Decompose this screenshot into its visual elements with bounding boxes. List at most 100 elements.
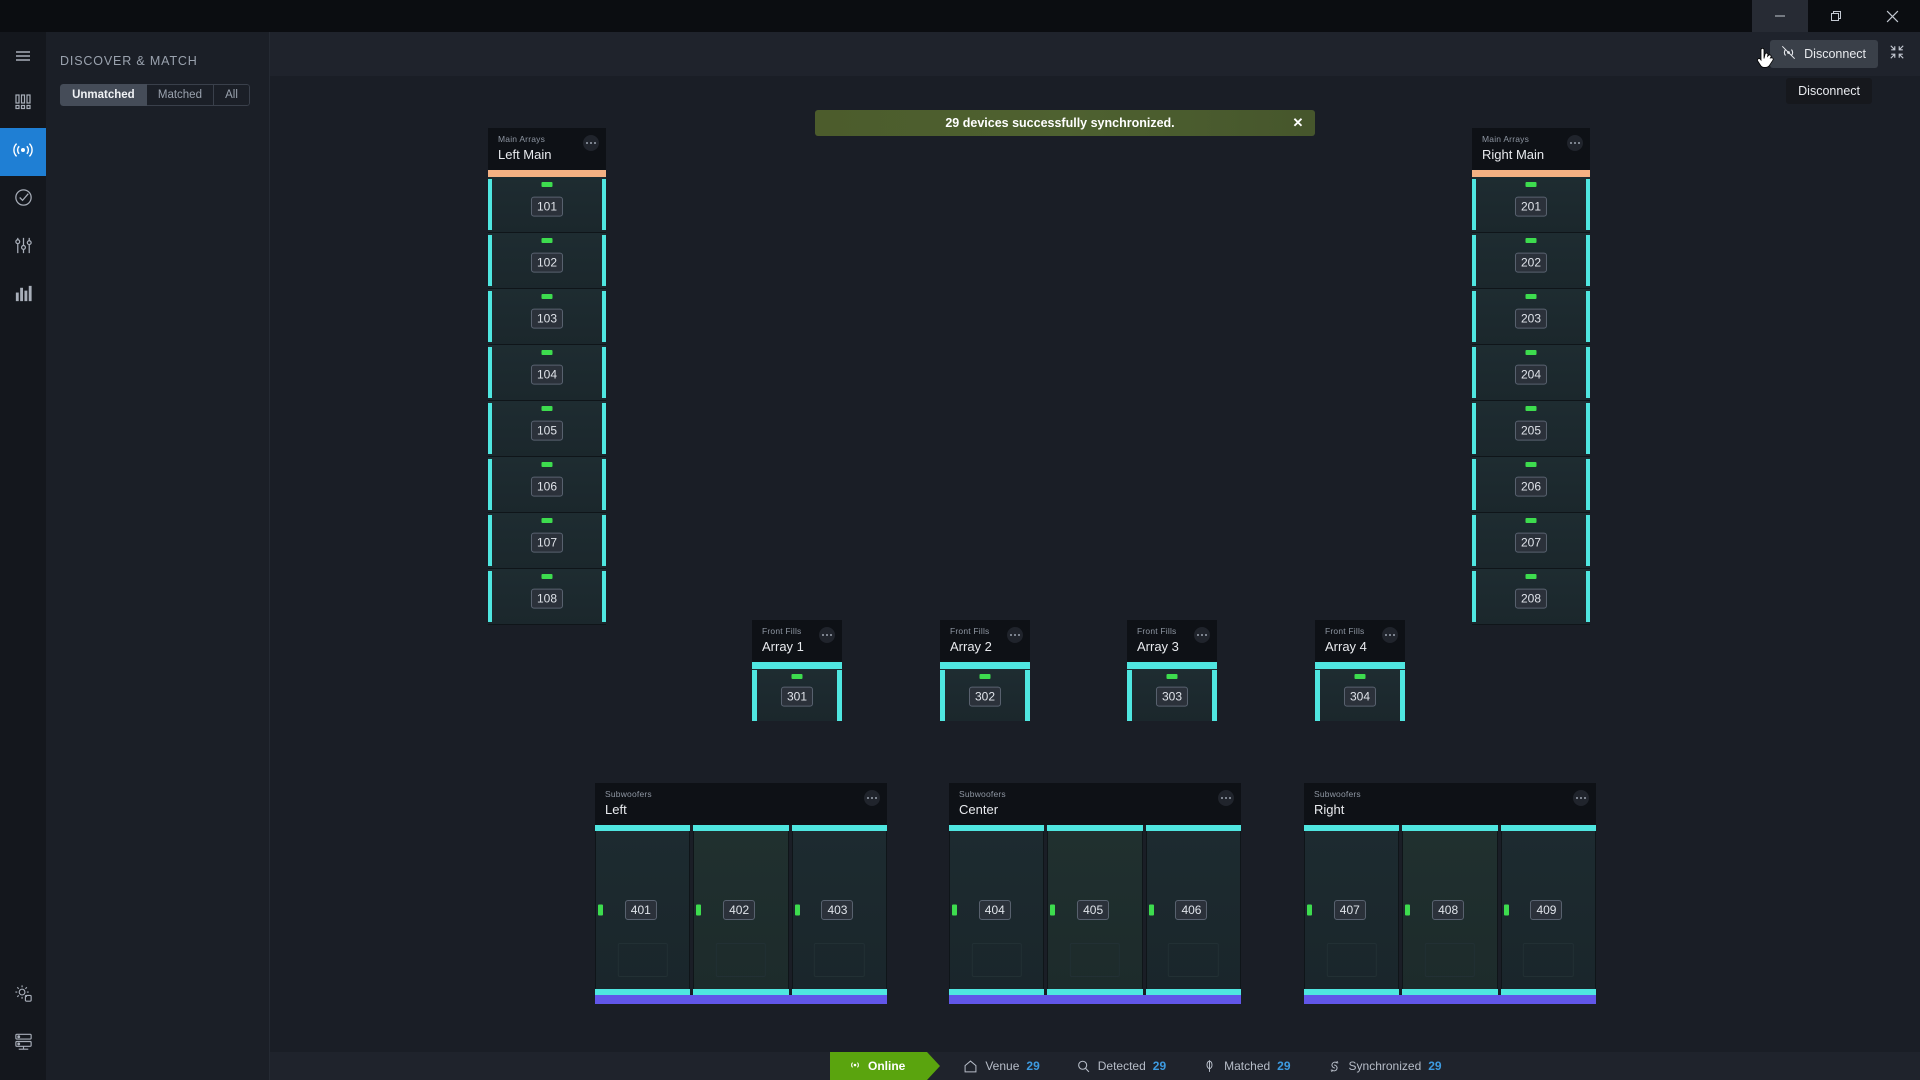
device-group-card[interactable]: Main Arrays Right Main 201 202 203 204 205 206 2… (1472, 128, 1590, 625)
status-led (1405, 904, 1411, 916)
card-accent-bar (1315, 662, 1405, 669)
card-accent-bar (1127, 662, 1217, 669)
subwoofer-group-accent-bar (595, 995, 887, 1004)
speaker-element[interactable]: 102 (488, 233, 606, 289)
sidebar-item-discover-match[interactable] (0, 128, 46, 176)
device-id-badge: 404 (978, 900, 1011, 920)
toast-close-icon[interactable]: ✕ (1281, 115, 1315, 131)
device-group-card[interactable]: Front Fills Array 3 303 (1127, 620, 1217, 721)
speaker-element[interactable]: 208 (1472, 569, 1590, 625)
card-overflow-menu-icon[interactable] (864, 790, 880, 806)
card-header: Front Fills Array 1 (752, 620, 842, 662)
speaker-element[interactable]: 108 (488, 569, 606, 625)
status-led (598, 904, 603, 916)
subwoofer-element[interactable]: 408 (1402, 825, 1498, 995)
speaker-element[interactable]: 101 (488, 177, 606, 233)
speaker-element[interactable]: 201 (1472, 177, 1590, 233)
device-group-card[interactable]: Subwoofers Left 401 402 403 (595, 783, 887, 1004)
card-overflow-menu-icon[interactable] (1007, 627, 1023, 643)
status-metric-venue: Venue 29 (963, 1059, 1040, 1074)
filter-all[interactable]: All (214, 84, 250, 106)
speaker-element[interactable]: 202 (1472, 233, 1590, 289)
speaker-element[interactable]: 301 (752, 669, 842, 721)
filter-unmatched[interactable]: Unmatched (60, 84, 147, 106)
status-led (1525, 238, 1537, 243)
hamburger-menu-icon[interactable] (0, 32, 46, 80)
device-group-card[interactable]: Front Fills Array 1 301 (752, 620, 842, 721)
speaker-element[interactable]: 107 (488, 513, 606, 569)
card-accent-bar (940, 662, 1030, 669)
status-led (1525, 182, 1537, 187)
sidebar-item-settings[interactable] (0, 972, 46, 1020)
card-overflow-menu-icon[interactable] (819, 627, 835, 643)
card-group-kind: Main Arrays (498, 134, 546, 144)
speaker-element[interactable]: 304 (1315, 669, 1405, 721)
device-id-badge: 102 (530, 252, 564, 273)
card-overflow-menu-icon[interactable] (583, 135, 599, 151)
device-id-badge: 201 (1514, 196, 1548, 217)
device-id-badge: 408 (1432, 900, 1465, 920)
sidebar-item-monitor[interactable] (0, 272, 46, 320)
status-led (541, 574, 553, 579)
subwoofer-element[interactable]: 404 (949, 825, 1045, 995)
card-overflow-menu-icon[interactable] (1573, 790, 1589, 806)
subwoofer-element[interactable]: 407 (1304, 825, 1400, 995)
sidebar-item-verify[interactable] (0, 176, 46, 224)
card-accent-bar (752, 662, 842, 669)
device-group-card[interactable]: Front Fills Array 4 304 (1315, 620, 1405, 721)
close-button[interactable] (1864, 0, 1920, 32)
card-overflow-menu-icon[interactable] (1194, 627, 1210, 643)
device-group-card[interactable]: Subwoofers Right 407 408 409 (1304, 783, 1596, 1004)
device-group-card[interactable]: Main Arrays Left Main 101 102 103 104 105 106 10… (488, 128, 606, 625)
speaker-element[interactable]: 207 (1472, 513, 1590, 569)
card-header: Front Fills Array 2 (940, 620, 1030, 662)
speaker-element[interactable]: 302 (940, 669, 1030, 721)
speaker-element[interactable]: 204 (1472, 345, 1590, 401)
subwoofer-grill (1326, 943, 1377, 977)
card-group-name: Right Main (1482, 147, 1545, 162)
subwoofer-group-accent-bar (1304, 995, 1596, 1004)
card-overflow-menu-icon[interactable] (1567, 135, 1583, 151)
subwoofer-grill (1424, 943, 1476, 977)
device-id-badge: 405 (1077, 900, 1110, 920)
device-id-badge: 108 (530, 588, 564, 609)
speaker-element[interactable]: 303 (1127, 669, 1217, 721)
device-group-card[interactable]: Front Fills Array 2 302 (940, 620, 1030, 721)
speaker-element[interactable]: 206 (1472, 457, 1590, 513)
speaker-element[interactable]: 104 (488, 345, 606, 401)
status-led (979, 674, 991, 679)
speaker-element[interactable]: 205 (1472, 401, 1590, 457)
sidebar-item-tuning[interactable] (0, 224, 46, 272)
filter-matched[interactable]: Matched (146, 84, 215, 106)
venue-canvas[interactable]: Disconnect Disconnect 29 devices success… (270, 32, 1920, 1080)
speaker-element[interactable]: 103 (488, 289, 606, 345)
device-id-badge: 304 (1343, 686, 1377, 707)
device-group-card[interactable]: Subwoofers Center 404 405 406 (949, 783, 1241, 1004)
device-id-badge: 409 (1530, 900, 1563, 920)
subwoofer-element[interactable]: 409 (1500, 825, 1596, 995)
sidebar-item-network[interactable] (0, 1020, 46, 1068)
card-header: Front Fills Array 4 (1315, 620, 1405, 662)
subwoofer-element[interactable]: 403 (791, 825, 887, 995)
speaker-element[interactable]: 203 (1472, 289, 1590, 345)
minimize-button[interactable] (1752, 0, 1808, 32)
speaker-element[interactable]: 106 (488, 457, 606, 513)
sidebar-item-design[interactable] (0, 80, 46, 128)
subwoofer-bottom-bar (1500, 989, 1596, 995)
disconnect-button[interactable]: Disconnect (1770, 40, 1878, 68)
subwoofer-element[interactable]: 402 (693, 825, 789, 995)
subwoofer-element[interactable]: 406 (1145, 825, 1241, 995)
subwoofer-row: 401 402 403 (595, 825, 887, 995)
disconnect-tooltip: Disconnect (1786, 78, 1872, 104)
status-led (1503, 904, 1509, 916)
subwoofer-element[interactable]: 401 (595, 825, 691, 995)
status-led (1525, 294, 1537, 299)
subwoofer-body: 409 (1500, 831, 1596, 989)
status-metric-detected-label: Detected (1097, 1059, 1146, 1073)
card-overflow-menu-icon[interactable] (1382, 627, 1398, 643)
speaker-element[interactable]: 105 (488, 401, 606, 457)
card-overflow-menu-icon[interactable] (1218, 790, 1234, 806)
subwoofer-element[interactable]: 405 (1047, 825, 1143, 995)
collapse-fit-button[interactable] (1882, 40, 1912, 68)
maximize-button[interactable] (1808, 0, 1864, 32)
